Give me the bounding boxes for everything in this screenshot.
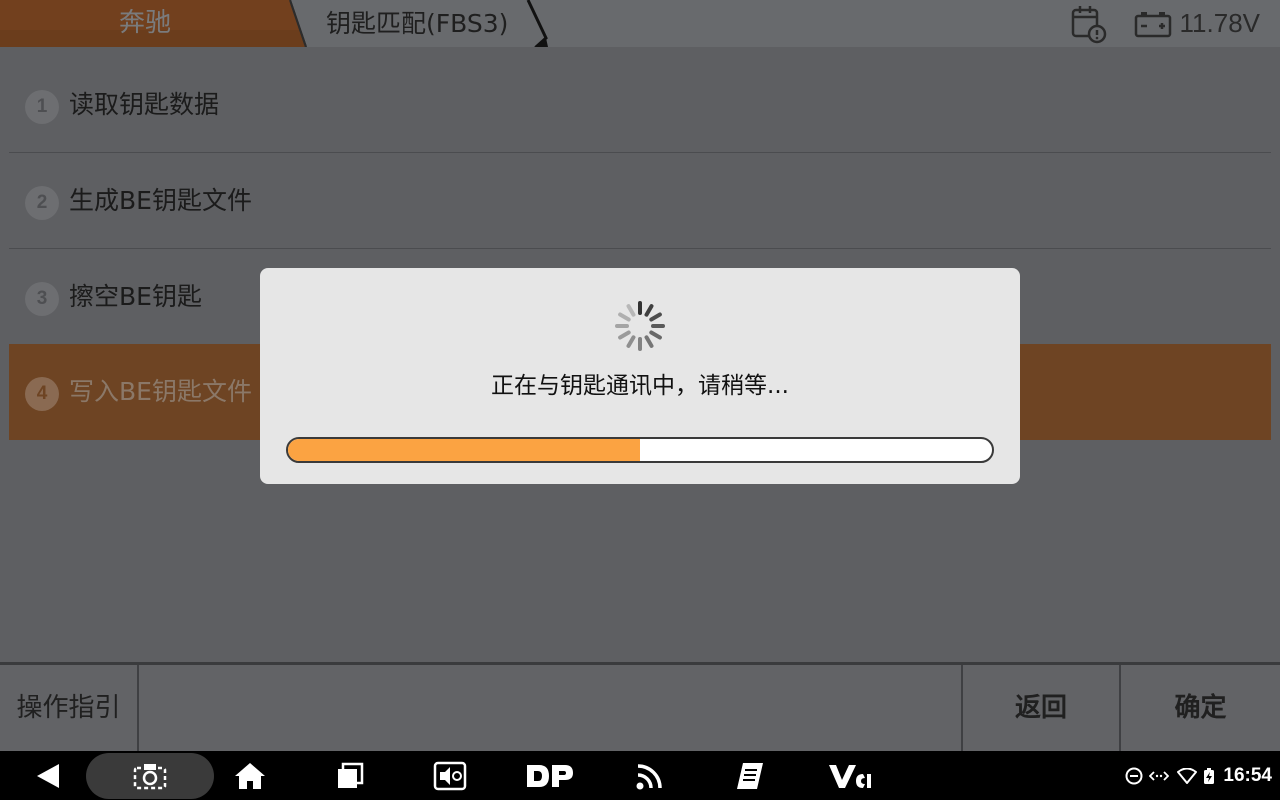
progress-dialog: 正在与钥匙通讯中，请稍等... bbox=[260, 268, 1020, 484]
progress-bar bbox=[286, 437, 994, 463]
list-item-generate-be-key-file[interactable]: 2 生成BE钥匙文件 bbox=[9, 153, 1271, 249]
wifi-icon bbox=[1177, 767, 1198, 784]
list-item-number: 2 bbox=[25, 186, 59, 220]
page-title: 钥匙匹配(FBS3) bbox=[326, 9, 509, 38]
vci-signal-icon[interactable] bbox=[630, 751, 670, 800]
battery-voltage: 11.78V bbox=[1179, 8, 1260, 38]
confirm-button[interactable]: 确定 bbox=[1119, 665, 1280, 751]
progress-bar-fill bbox=[288, 439, 640, 461]
status-area: 16:54 bbox=[1125, 751, 1272, 800]
list-item-label: 写入BE钥匙文件 bbox=[69, 377, 252, 406]
back-button[interactable]: 返回 bbox=[961, 665, 1119, 751]
operation-guide-button[interactable]: 操作指引 bbox=[0, 665, 139, 751]
screen-brightness-icon[interactable] bbox=[430, 751, 470, 800]
dp-icon[interactable] bbox=[524, 751, 576, 800]
breadcrumb-brand[interactable]: 奔驰 bbox=[0, 0, 310, 47]
list-item-number: 3 bbox=[25, 282, 59, 316]
breadcrumb-current-page: 钥匙匹配(FBS3) bbox=[290, 0, 552, 47]
battery-charging-icon bbox=[1204, 767, 1215, 784]
header-status: 11.78V bbox=[1070, 0, 1260, 47]
recent-apps-icon[interactable] bbox=[330, 751, 370, 800]
screenshot-icon[interactable] bbox=[130, 751, 170, 800]
calendar-clock-icon[interactable] bbox=[1070, 4, 1108, 44]
status-clock: 16:54 bbox=[1223, 764, 1272, 786]
back-icon[interactable] bbox=[28, 751, 68, 800]
top-header: 奔驰 钥匙匹配(FBS3) 11.78V bbox=[0, 0, 1280, 47]
list-item-number: 1 bbox=[25, 90, 59, 124]
system-nav-bar: 16:54 bbox=[0, 751, 1280, 800]
loading-spinner-icon bbox=[615, 301, 665, 351]
bottom-action-bar: 操作指引 返回 确定 bbox=[0, 665, 1280, 751]
list-item-label: 读取钥匙数据 bbox=[69, 90, 220, 119]
notes-icon[interactable] bbox=[730, 751, 770, 800]
do-not-disturb-icon bbox=[1125, 767, 1143, 784]
data-transfer-icon bbox=[1149, 770, 1170, 781]
breadcrumb-brand-label: 奔驰 bbox=[118, 8, 171, 38]
dialog-message: 正在与钥匙通讯中，请稍等... bbox=[491, 373, 789, 399]
list-item-label: 擦空BE钥匙 bbox=[69, 282, 202, 311]
list-item-number: 4 bbox=[25, 377, 59, 411]
home-icon[interactable] bbox=[230, 751, 270, 800]
vci-icon[interactable] bbox=[826, 751, 874, 800]
car-battery-icon bbox=[1134, 11, 1171, 37]
list-item-read-key-data[interactable]: 1 读取钥匙数据 bbox=[9, 57, 1271, 153]
list-item-label: 生成BE钥匙文件 bbox=[69, 186, 252, 215]
